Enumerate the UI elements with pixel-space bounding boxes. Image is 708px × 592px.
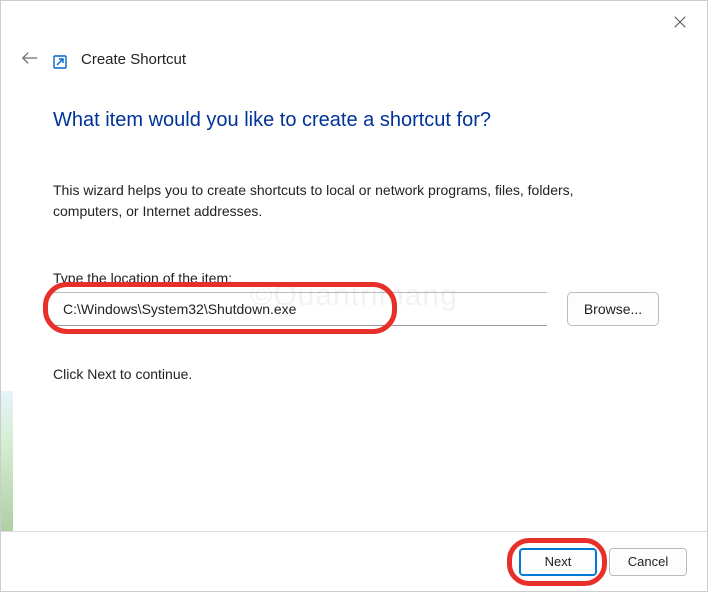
dialog-title: Create Shortcut — [81, 51, 186, 68]
dialog-footer: Next Cancel — [1, 531, 707, 591]
location-label: Type the location of the item: — [53, 270, 659, 286]
next-button[interactable]: Next — [519, 548, 597, 576]
cancel-button[interactable]: Cancel — [609, 548, 687, 576]
close-icon — [673, 15, 687, 29]
shortcut-icon — [53, 55, 67, 69]
continue-hint: Click Next to continue. — [53, 366, 659, 382]
next-button-wrap: Next — [519, 548, 597, 576]
dialog-header: Create Shortcut — [1, 1, 707, 69]
location-input-wrap — [53, 292, 547, 326]
location-input[interactable] — [53, 292, 547, 326]
dialog-content: What item would you like to create a sho… — [1, 69, 707, 382]
browse-button[interactable]: Browse... — [567, 292, 659, 326]
background-decor — [1, 391, 13, 531]
back-arrow-icon — [21, 50, 39, 66]
page-heading: What item would you like to create a sho… — [53, 109, 659, 132]
create-shortcut-dialog: Create Shortcut What item would you like… — [0, 0, 708, 592]
location-input-row: Browse... — [53, 292, 659, 326]
back-button[interactable] — [21, 50, 39, 68]
close-button[interactable] — [673, 15, 689, 31]
description-text: This wizard helps you to create shortcut… — [53, 180, 613, 222]
